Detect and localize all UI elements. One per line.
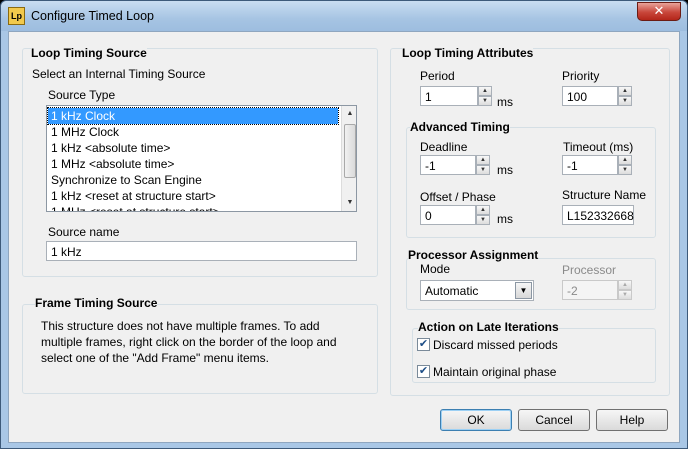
decrement-arrow-icon[interactable]: ▼ <box>476 215 490 225</box>
advanced-timing-title: Advanced Timing <box>410 120 510 134</box>
source-type-item[interactable]: 1 MHz Clock <box>48 124 338 140</box>
deadline-stepper[interactable]: ▲ ▼ <box>476 155 490 175</box>
processor-stepper: ▲ ▼ <box>618 280 632 300</box>
deadline-unit: ms <box>497 163 513 177</box>
period-value: 1 <box>425 90 432 104</box>
processor-label: Processor <box>562 263 617 277</box>
dialog-client-area: Loop Timing Source Select an Internal Ti… <box>8 31 680 443</box>
source-type-label: Source Type <box>48 88 116 102</box>
timeout-stepper[interactable]: ▲ ▼ <box>618 155 632 175</box>
discard-missed-periods-label[interactable]: Discard missed periods <box>433 338 558 352</box>
title-bar[interactable]: Lp Configure Timed Loop ✕ <box>1 1 687 31</box>
maintain-original-phase-label[interactable]: Maintain original phase <box>433 365 556 379</box>
decrement-arrow-icon[interactable]: ▼ <box>476 165 490 175</box>
priority-stepper[interactable]: ▲ ▼ <box>618 86 632 106</box>
deadline-label: Deadline <box>420 140 468 154</box>
deadline-field[interactable]: -1 <box>420 155 476 175</box>
scroll-down-arrow-icon[interactable]: ▼ <box>342 195 356 211</box>
priority-value: 100 <box>567 90 588 104</box>
offset-phase-field[interactable]: 0 <box>420 205 476 225</box>
source-type-item[interactable]: 1 MHz <reset at structure start> <box>48 204 338 211</box>
source-type-listbox[interactable]: 1 kHz Clock 1 MHz Clock 1 kHz <absolute … <box>46 105 357 212</box>
timeout-label: Timeout (ms) <box>563 140 634 154</box>
scroll-thumb[interactable] <box>344 124 356 178</box>
offset-phase-unit: ms <box>497 212 513 226</box>
loop-timing-source-title: Loop Timing Source <box>31 46 147 60</box>
deadline-value: -1 <box>425 159 436 173</box>
source-type-item[interactable]: 1 kHz <absolute time> <box>48 140 338 156</box>
structure-name-field[interactable]: L152332668 <box>562 205 634 225</box>
ok-button[interactable]: OK <box>440 409 512 431</box>
source-type-item[interactable]: 1 kHz Clock <box>47 107 339 125</box>
increment-arrow-icon[interactable]: ▲ <box>618 155 632 165</box>
decrement-arrow-icon[interactable]: ▼ <box>478 96 492 106</box>
offset-phase-label: Offset / Phase <box>420 190 496 204</box>
mode-label: Mode <box>420 262 451 276</box>
help-button[interactable]: Help <box>596 409 668 431</box>
scroll-up-arrow-icon[interactable]: ▲ <box>342 106 356 122</box>
frame-timing-description-line: select one of the "Add Frame" menu items… <box>41 351 269 365</box>
mode-dropdown[interactable]: Automatic ▼ <box>420 280 534 301</box>
frame-timing-description-line: multiple frames, right click on the bord… <box>41 335 337 349</box>
source-name-field[interactable]: 1 kHz <box>46 241 357 261</box>
source-type-item[interactable]: 1 MHz <absolute time> <box>48 156 338 172</box>
period-stepper[interactable]: ▲ ▼ <box>478 86 492 106</box>
increment-arrow-icon[interactable]: ▲ <box>618 86 632 96</box>
late-iterations-title: Action on Late Iterations <box>418 320 559 334</box>
cancel-button[interactable]: Cancel <box>518 409 590 431</box>
structure-name-label: Structure Name <box>562 188 647 202</box>
timeout-value: -1 <box>567 159 578 173</box>
period-unit: ms <box>497 95 513 109</box>
loop-timing-attributes-title: Loop Timing Attributes <box>402 46 534 60</box>
source-name-label: Source name <box>48 225 120 239</box>
source-type-item[interactable]: Synchronize to Scan Engine <box>48 172 338 188</box>
increment-arrow-icon[interactable]: ▲ <box>476 155 490 165</box>
timing-source-instruction: Select an Internal Timing Source <box>32 67 206 81</box>
increment-arrow-icon[interactable]: ▲ <box>478 86 492 96</box>
offset-phase-stepper[interactable]: ▲ ▼ <box>476 205 490 225</box>
priority-field[interactable]: 100 <box>562 86 618 106</box>
increment-arrow-icon[interactable]: ▲ <box>476 205 490 215</box>
close-button[interactable]: ✕ <box>637 2 681 21</box>
increment-arrow-icon: ▲ <box>618 280 632 290</box>
listbox-scrollbar[interactable]: ▲ ▼ <box>341 106 356 211</box>
decrement-arrow-icon: ▼ <box>618 290 632 300</box>
labview-loop-icon: Lp <box>8 7 25 25</box>
period-label: Period <box>420 69 455 83</box>
decrement-arrow-icon[interactable]: ▼ <box>618 165 632 175</box>
source-type-item[interactable]: 1 kHz <reset at structure start> <box>48 188 338 204</box>
decrement-arrow-icon[interactable]: ▼ <box>618 96 632 106</box>
processor-value: -2 <box>567 284 578 298</box>
mode-value: Automatic <box>425 284 479 298</box>
offset-phase-value: 0 <box>425 209 432 223</box>
discard-missed-periods-checkbox[interactable]: ✔ <box>417 338 430 351</box>
processor-field: -2 <box>562 280 618 300</box>
timeout-field[interactable]: -1 <box>562 155 618 175</box>
maintain-original-phase-checkbox[interactable]: ✔ <box>417 365 430 378</box>
window-title: Configure Timed Loop <box>31 9 154 23</box>
priority-label: Priority <box>562 69 600 83</box>
frame-timing-description-line: This structure does not have multiple fr… <box>41 319 320 333</box>
dropdown-arrow-icon[interactable]: ▼ <box>515 282 532 299</box>
frame-timing-source-title: Frame Timing Source <box>35 296 158 310</box>
processor-assignment-title: Processor Assignment <box>408 248 539 262</box>
period-field[interactable]: 1 <box>420 86 478 106</box>
dialog-window: Lp Configure Timed Loop ✕ Loop Timing So… <box>0 0 688 449</box>
